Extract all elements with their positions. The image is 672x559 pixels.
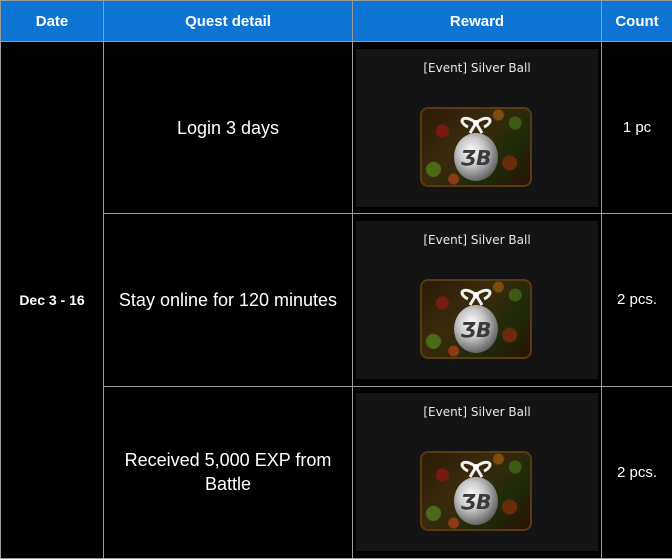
quest-table: Date Quest detail Reward Count Dec 3 - 1… [0, 0, 672, 559]
svg-text:ƷB: ƷB [461, 318, 492, 342]
silver-ball-icon: ƷB [420, 451, 532, 532]
reward-cell: [Event] Silver Ball ƷB [352, 385, 602, 559]
svg-text:ƷB: ƷB [461, 146, 492, 170]
date-range: Dec 3 - 16 [0, 41, 104, 559]
quest-detail: Login 3 days [103, 40, 353, 215]
reward-count: 1 pc [601, 40, 672, 215]
header-date: Date [0, 0, 104, 42]
header-row: Date Quest detail Reward Count [0, 0, 672, 42]
quest-detail: Received 5,000 EXP from Battle [103, 385, 353, 559]
quest-detail: Stay online for 120 minutes [103, 213, 353, 387]
reward-name: [Event] Silver Ball [423, 60, 531, 75]
reward-cell: [Event] Silver Ball ƷB [352, 40, 602, 215]
reward-card: [Event] Silver Ball ƷB [356, 48, 598, 207]
header-quest-detail: Quest detail [103, 0, 353, 42]
header-reward: Reward [352, 0, 602, 42]
reward-name: [Event] Silver Ball [423, 232, 531, 247]
reward-card: [Event] Silver Ball ƷB [356, 220, 598, 379]
reward-card: [Event] Silver Ball ƷB [356, 393, 598, 552]
svg-text:ƷB: ƷB [461, 490, 492, 514]
reward-count: 2 pcs. [601, 385, 672, 559]
reward-count: 2 pcs. [601, 213, 672, 387]
table-row: Dec 3 - 16 Login 3 days [Event] Silver B… [0, 40, 672, 559]
silver-ball-icon: ƷB [420, 278, 532, 359]
silver-ball-icon: ƷB [420, 106, 532, 187]
reward-name: [Event] Silver Ball [423, 405, 531, 420]
reward-cell: [Event] Silver Ball ƷB [352, 213, 602, 387]
header-count: Count [601, 0, 672, 42]
